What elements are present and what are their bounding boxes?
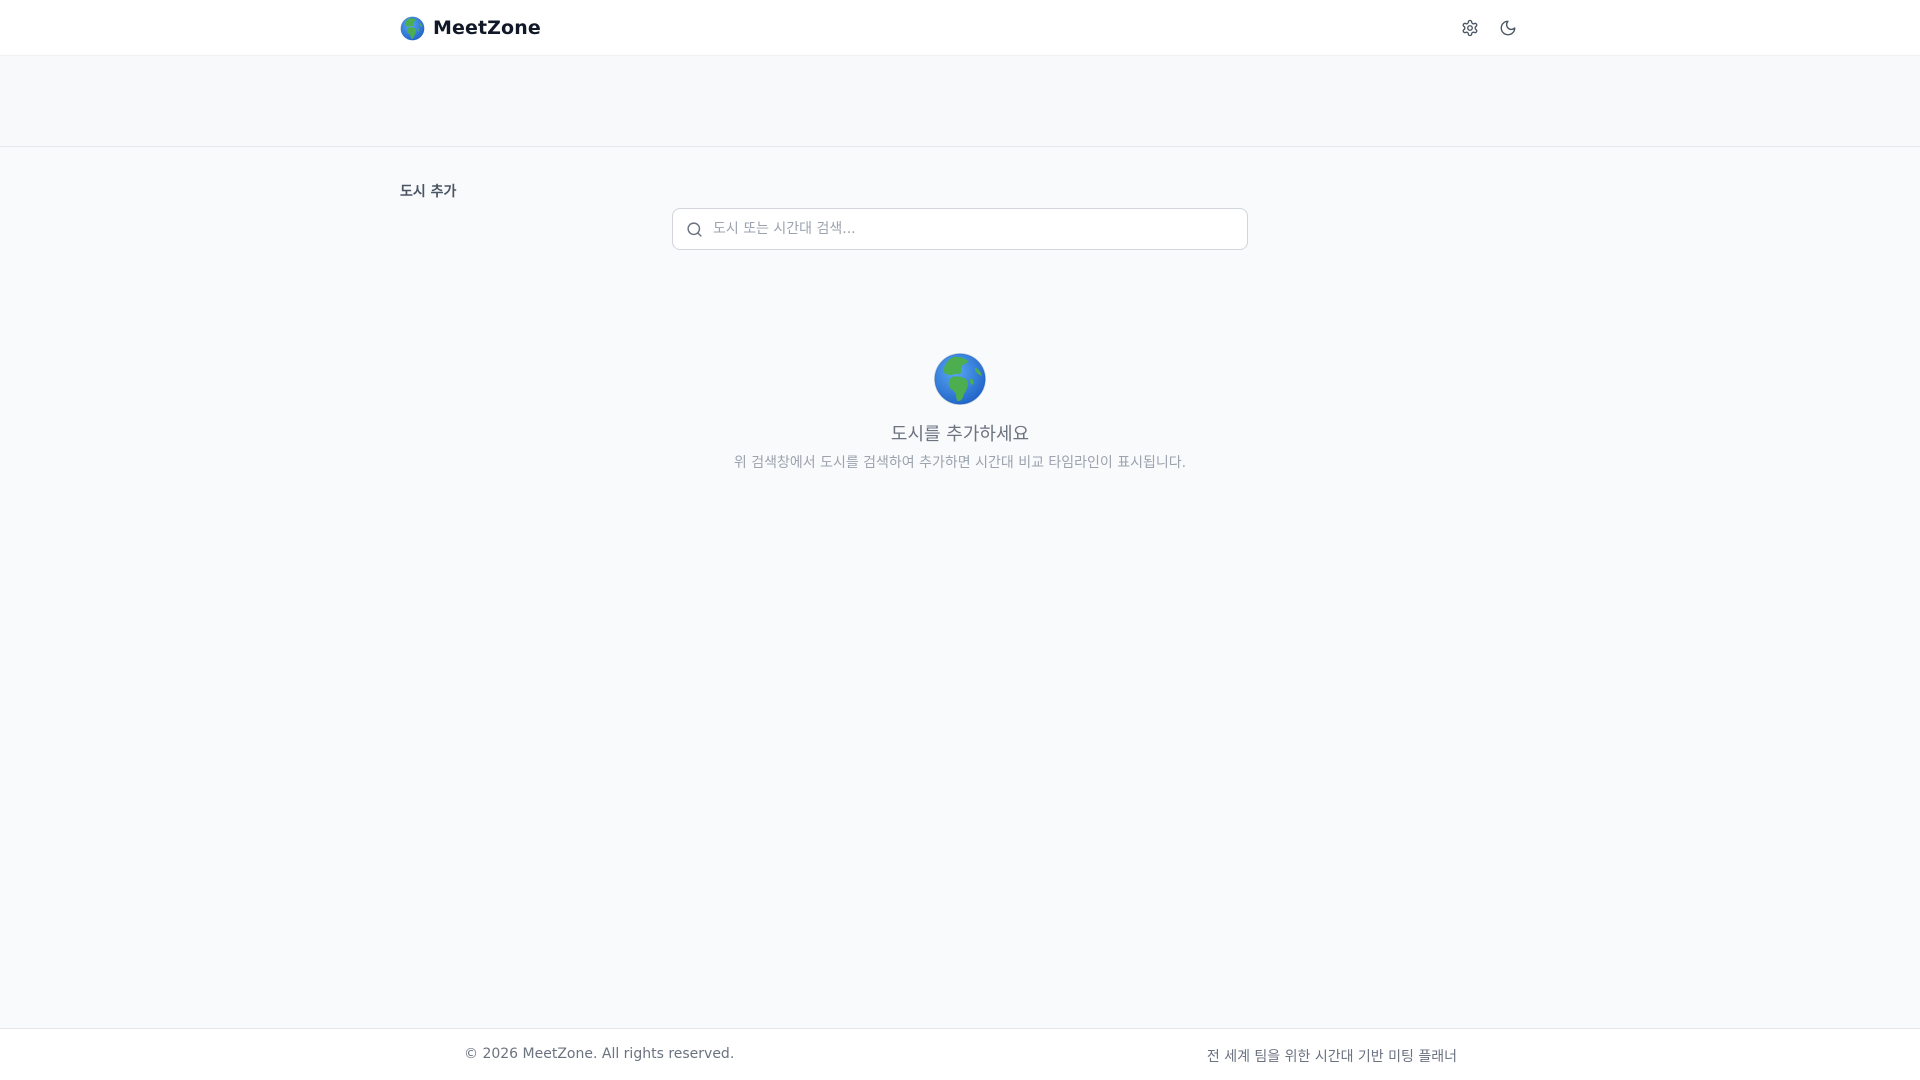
- footer-tagline: 전 세계 팀을 위한 시간대 기반 미팅 플래너: [1206, 1049, 1457, 1065]
- app-header: MeetZone: [0, 0, 1920, 56]
- search-icon: [687, 222, 702, 237]
- app-footer: © 2026 MeetZone. All rights reserved. 전 …: [0, 1028, 1920, 1080]
- settings-button[interactable]: [1458, 16, 1482, 40]
- city-search-box[interactable]: [672, 208, 1248, 250]
- empty-state-title: 도시를 추가하세요: [890, 424, 1030, 445]
- globe-icon: [400, 16, 425, 41]
- brand-name: MeetZone: [433, 17, 541, 39]
- footer-copyright: © 2026 MeetZone. All rights reserved.: [464, 1046, 735, 1062]
- moon-icon: [1500, 20, 1516, 36]
- city-search-input[interactable]: [713, 209, 1233, 249]
- empty-state-description: 위 검색창에서 도시를 검색하여 추가하면 시간대 비교 타임라인이 표시됩니다…: [733, 455, 1187, 471]
- section-label-add-city: 도시 추가: [400, 184, 457, 200]
- header-inner: MeetZone: [400, 0, 1520, 56]
- header-actions: [1458, 16, 1520, 40]
- gear-icon: [1462, 19, 1478, 37]
- timeline-band: [0, 57, 1920, 147]
- brand[interactable]: MeetZone: [400, 16, 541, 41]
- dark-mode-toggle[interactable]: [1496, 16, 1520, 40]
- globe-icon: [933, 352, 987, 406]
